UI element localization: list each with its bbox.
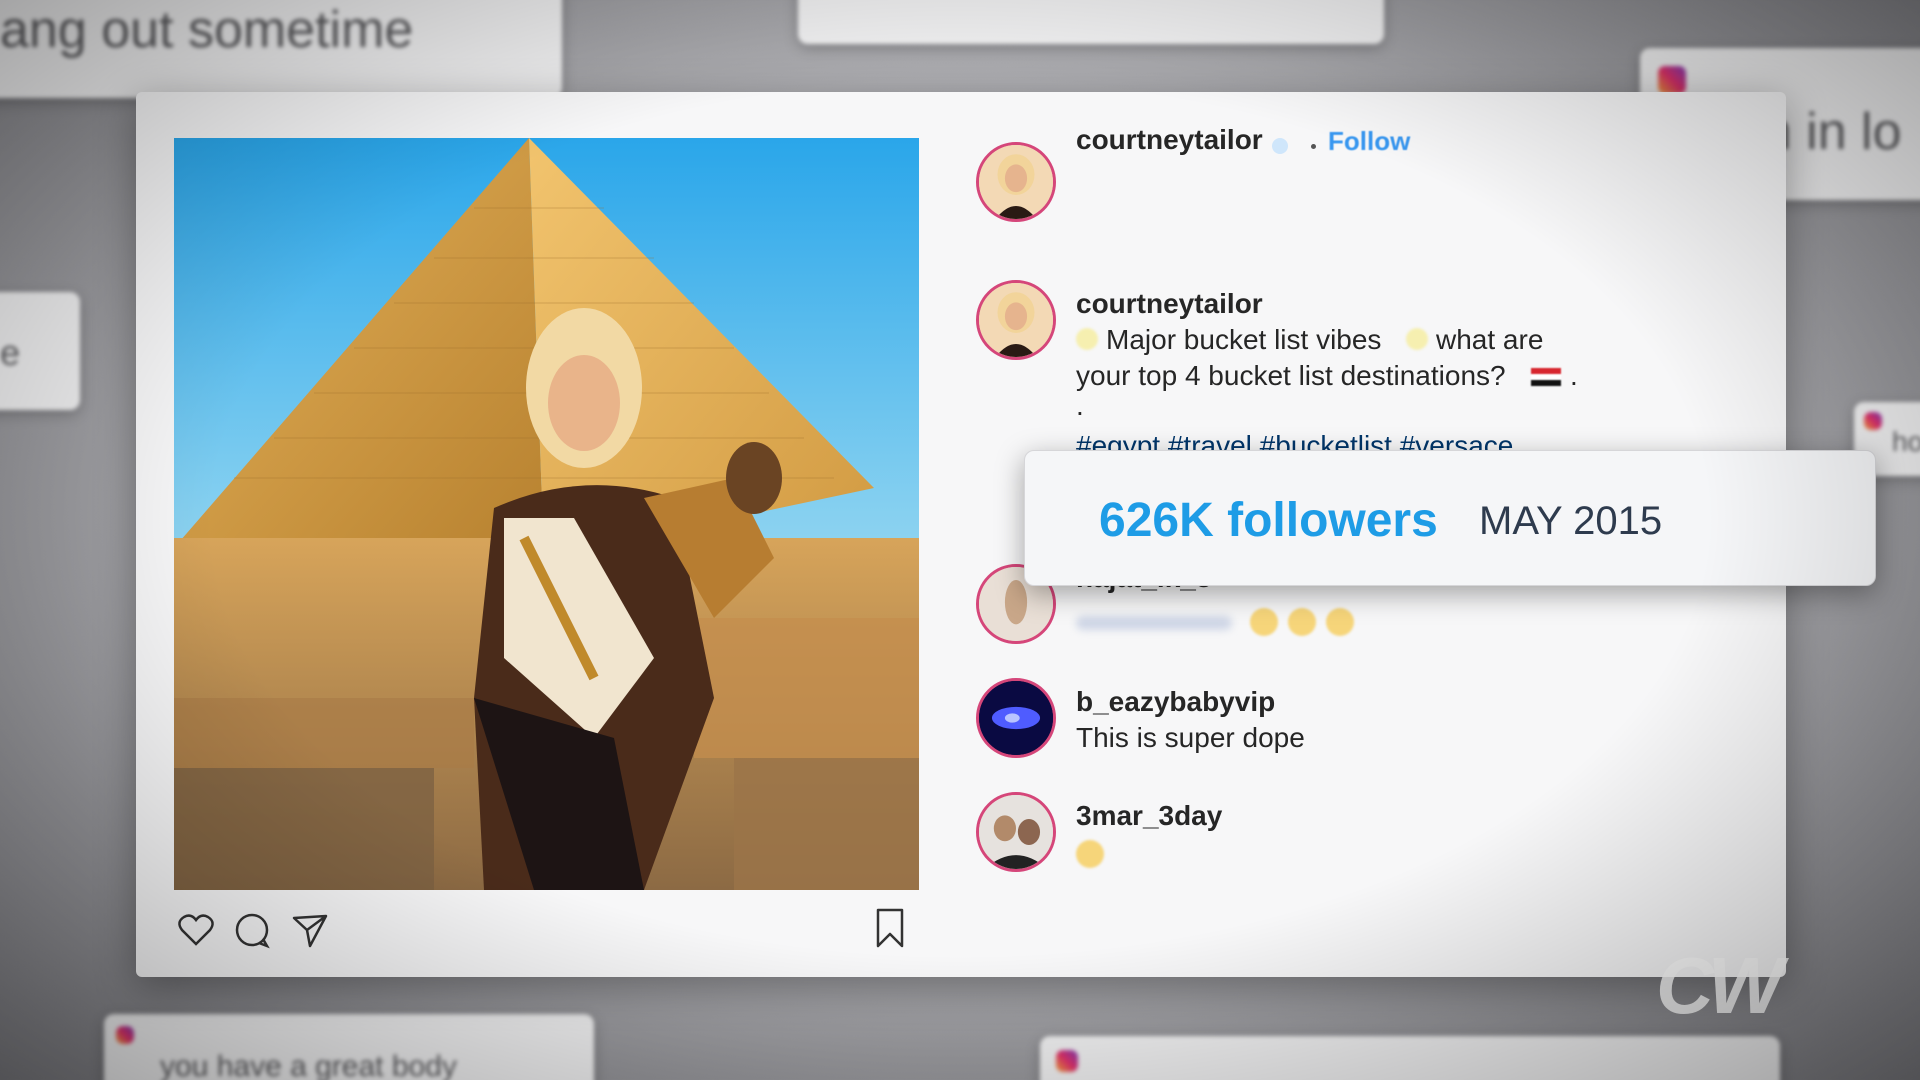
instagram-icon: [1658, 66, 1686, 94]
bg-message-text: e: [0, 332, 21, 373]
caption-line-2-end: .: [1570, 360, 1578, 391]
comment-text: This is super dope: [1076, 722, 1305, 753]
followers-count: 626K followers: [1099, 494, 1438, 547]
bg-message-card-left: e: [0, 292, 80, 410]
bg-message-card-top-left: ang out sometime: [0, 0, 562, 98]
share-icon[interactable]: [288, 908, 332, 952]
bg-message-text: ang out sometime: [0, 1, 414, 59]
instagram-icon: [1056, 1050, 1078, 1072]
comment-username[interactable]: b_eazybabyvip: [1076, 686, 1275, 718]
commenter-avatar[interactable]: [976, 792, 1056, 872]
emoji-icon: [1326, 608, 1354, 636]
emoji-icon: [1288, 608, 1316, 636]
egypt-flag-icon: [1531, 368, 1561, 386]
emoji-icon: [1076, 840, 1104, 868]
caption-line-2: your top 4 bucket list destinations?: [1076, 360, 1506, 391]
follow-button[interactable]: Follow: [1328, 126, 1410, 157]
separator-dot: [1311, 144, 1316, 149]
comment-username[interactable]: 3mar_3day: [1076, 800, 1222, 832]
pyramid-photo-illustration: [174, 138, 919, 890]
network-logo-watermark: CW: [1656, 941, 1783, 1030]
commenter-avatar[interactable]: [976, 678, 1056, 758]
bg-message-card-top-center: [798, 0, 1384, 44]
instagram-icon: [116, 1026, 134, 1044]
emoji-icon: [1250, 608, 1278, 636]
followers-date: MAY 2015: [1479, 499, 1663, 543]
bookmark-icon[interactable]: [868, 906, 912, 950]
post-photo[interactable]: [174, 138, 919, 890]
post-action-bar: [174, 902, 919, 962]
bg-message-card-bottom-right: [1040, 1036, 1780, 1080]
sparkles-emoji-icon: [1406, 328, 1428, 350]
caption-author-avatar[interactable]: [976, 280, 1056, 360]
caption-line-1: Major bucket list vibes: [1106, 324, 1382, 355]
followers-overlay: 626K followers MAY 2015: [1024, 450, 1876, 586]
header-username[interactable]: courtneytailor: [1076, 124, 1263, 156]
caption-line-3: .: [1076, 390, 1084, 421]
bg-message-card-bottom-left: you have a great body: [104, 1014, 594, 1080]
caption-line-1-cont: what are: [1436, 324, 1544, 355]
blurred-comment-text: [1076, 616, 1232, 630]
bg-message-text: you have a great body: [160, 1050, 457, 1080]
caption-username[interactable]: courtneytailor: [1076, 288, 1263, 320]
heart-icon[interactable]: [174, 908, 218, 952]
author-avatar[interactable]: [976, 142, 1056, 222]
bg-message-text: ho: [1892, 426, 1920, 457]
verified-badge-icon: [1272, 138, 1288, 154]
comment-icon[interactable]: [230, 908, 274, 952]
sparkles-emoji-icon: [1076, 328, 1098, 350]
instagram-icon: [1864, 412, 1882, 430]
